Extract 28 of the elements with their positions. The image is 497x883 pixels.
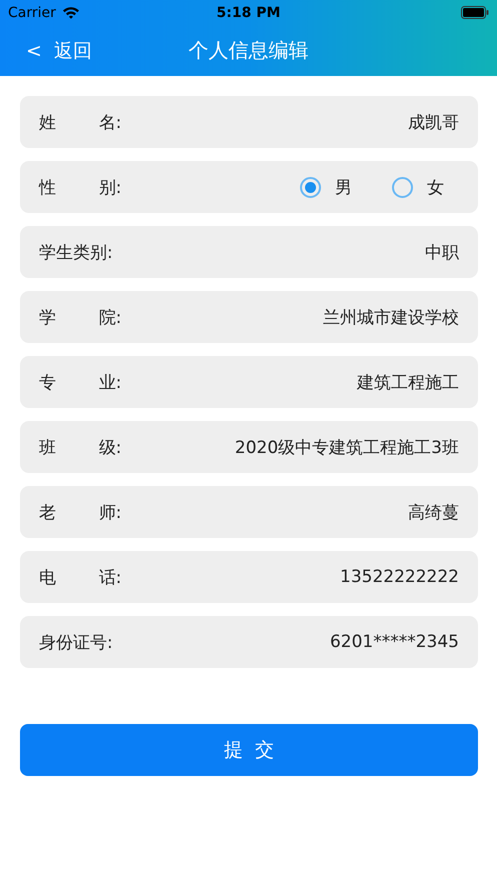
wifi-icon [62, 6, 80, 19]
field-label: 专 业: [39, 372, 122, 394]
battery-icon [461, 6, 489, 19]
status-time: 5:18 PM [216, 4, 280, 20]
back-link[interactable]: < 返回 [26, 38, 92, 64]
field-value: 高绮蔓 [408, 502, 459, 524]
field-value: 兰州城市建设学校 [323, 306, 459, 328]
radio-label: 女 [427, 176, 444, 198]
field-value: 成凯哥 [408, 112, 459, 134]
field-label: 老 师: [39, 502, 122, 524]
carrier-label: Carrier [8, 4, 56, 20]
field-value: 建筑工程施工 [357, 372, 459, 394]
field-value: 13522222222 [340, 567, 459, 587]
field-value: 6201*****2345 [330, 632, 459, 652]
field-label: 学 院: [39, 306, 122, 328]
radio-button[interactable] [300, 176, 321, 198]
radio-label: 男 [335, 176, 352, 198]
page-title: 个人信息编辑 [188, 37, 308, 64]
field-label: 学生类别: [39, 242, 113, 264]
radio-button[interactable] [392, 176, 413, 198]
field-label: 身份证号: [39, 632, 113, 654]
field-label: 姓 名: [39, 112, 122, 134]
field-value: 2020级中专建筑工程施工3班 [234, 436, 459, 458]
field-label: 班 级: [39, 436, 122, 458]
field-value: 中职 [425, 242, 459, 264]
field-label: 电 话: [39, 566, 122, 588]
submit-button[interactable]: 提 交 [20, 724, 478, 776]
field-label: 性 别: [39, 176, 122, 198]
